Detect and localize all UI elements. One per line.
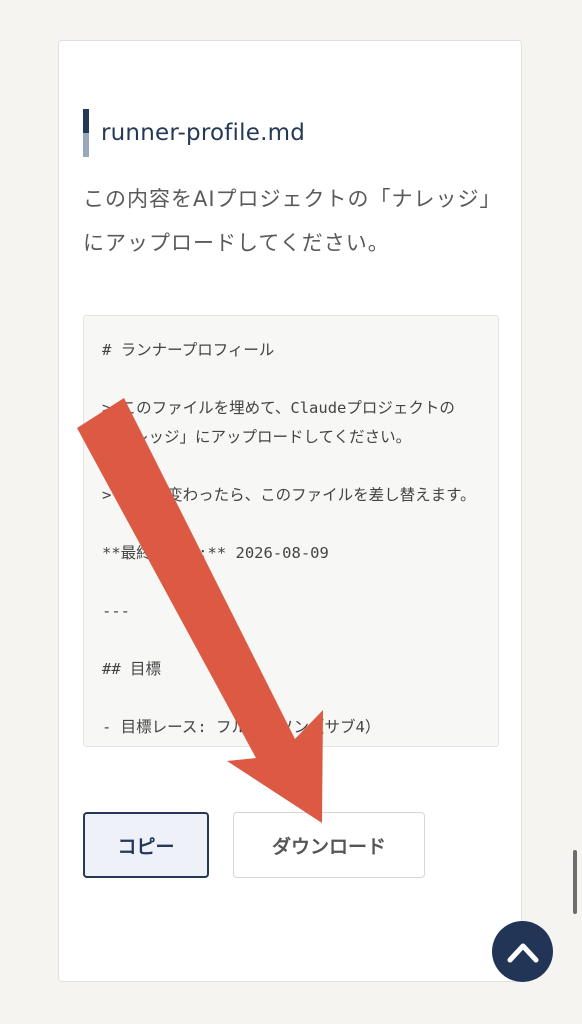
code-line: --- <box>102 602 130 620</box>
back-to-top-button[interactable] <box>492 921 553 982</box>
code-line: **最終更新日:** 2026-08-09 <box>102 544 329 562</box>
upload-instruction: この内容をAIプロジェクトの「ナレッジ」にアップロードしてください。 <box>83 187 502 255</box>
code-line: # ランナープロフィール <box>102 341 275 359</box>
file-card: runner-profile.md この内容をAIプロジェクトの「ナレッジ」にア… <box>58 40 522 982</box>
file-heading: runner-profile.md <box>83 109 305 157</box>
code-line: ## 目標 <box>102 660 161 678</box>
copy-button[interactable]: コピー <box>83 812 209 878</box>
download-button[interactable]: ダウンロード <box>233 812 425 878</box>
code-line: > このファイルを埋めて、Claudeプロジェクトの「ナレッジ」にアップロードし… <box>102 399 455 446</box>
chevron-up-icon <box>507 943 538 962</box>
code-line: > 情報が変わったら、このファイルを差し替えます。 <box>102 486 476 504</box>
code-line: - 目標レース: フルマラソン（サブ4） <box>102 718 381 736</box>
file-name: runner-profile.md <box>101 120 305 146</box>
code-preview[interactable]: # ランナープロフィール > このファイルを埋めて、Claudeプロジェクトの「ナ… <box>83 315 499 747</box>
heading-accent-bar <box>83 109 89 157</box>
page-scrollbar[interactable] <box>573 850 577 914</box>
